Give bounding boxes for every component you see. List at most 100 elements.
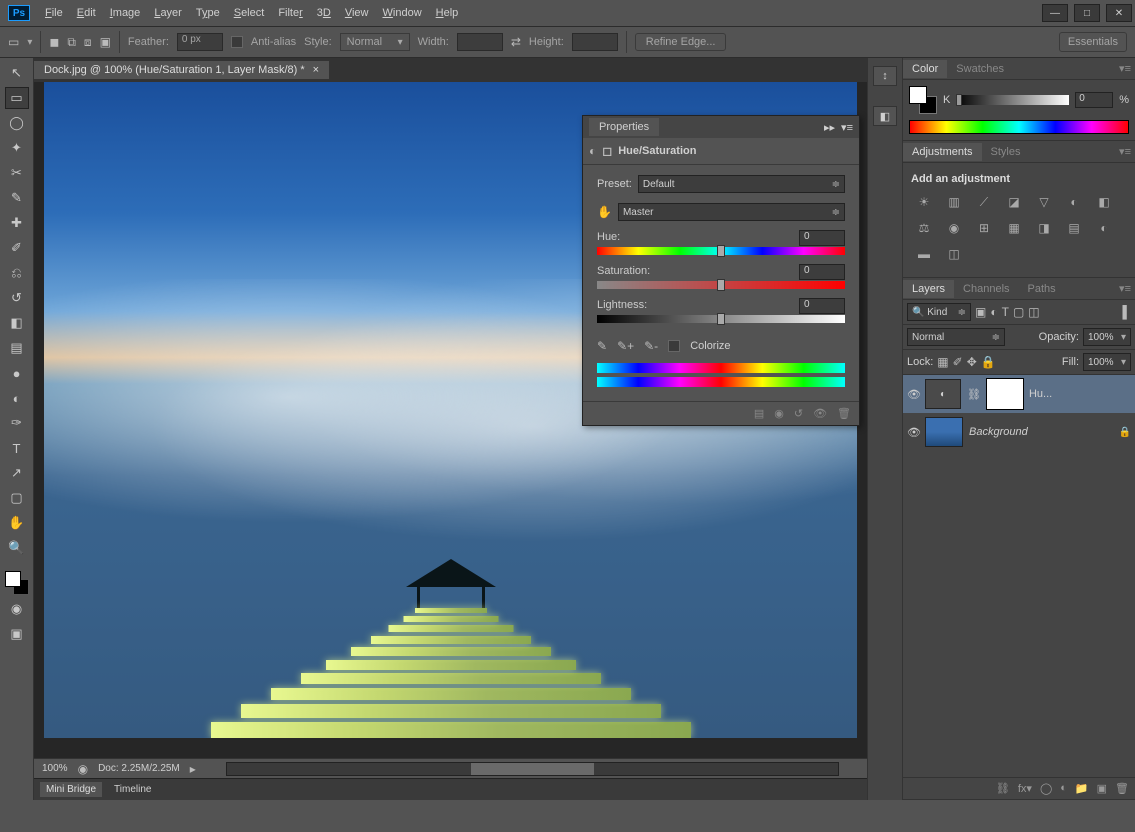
- selection-new-icon[interactable]: ◼: [49, 35, 59, 49]
- maximize-button[interactable]: □: [1074, 4, 1100, 22]
- adj-levels-icon[interactable]: ▥: [943, 193, 965, 211]
- collapse-icon[interactable]: ▸▸: [824, 121, 835, 134]
- lightness-input[interactable]: 0: [799, 298, 845, 314]
- visibility-icon[interactable]: 👁: [907, 426, 919, 439]
- menu-type[interactable]: Type: [189, 3, 227, 23]
- feather-input[interactable]: 0 px: [177, 33, 223, 51]
- tab-layers[interactable]: Layers: [903, 280, 954, 298]
- adj-vibrance-icon[interactable]: ▽: [1033, 193, 1055, 211]
- lock-pixels-icon[interactable]: ✐: [953, 355, 963, 369]
- lasso-tool-icon[interactable]: ◯: [5, 112, 29, 134]
- channel-select[interactable]: Master≑: [618, 203, 845, 221]
- eyedropper-add-icon[interactable]: ✎+: [617, 339, 634, 353]
- mask-icon[interactable]: ◯: [1040, 782, 1052, 795]
- dodge-tool-icon[interactable]: ◐: [5, 387, 29, 409]
- adjustment-layer-icon[interactable]: ◐: [1060, 782, 1067, 795]
- minimize-button[interactable]: —: [1042, 4, 1068, 22]
- panel-menu-icon[interactable]: ▾≡: [1110, 279, 1135, 298]
- style-select[interactable]: Normal▾: [340, 33, 410, 51]
- layer-name[interactable]: Hu...: [1029, 388, 1131, 400]
- tab-channels[interactable]: Channels: [954, 280, 1018, 298]
- opacity-input[interactable]: 100%▾: [1083, 328, 1131, 346]
- delete-layer-icon[interactable]: 🗑: [1115, 782, 1129, 795]
- reset-icon[interactable]: ↺: [794, 407, 803, 420]
- foreground-background-swatch[interactable]: [5, 571, 29, 595]
- eyedropper-sub-icon[interactable]: ✎-: [644, 339, 658, 353]
- filter-type-icon[interactable]: T: [1002, 305, 1009, 319]
- view-previous-icon[interactable]: ◉: [774, 407, 784, 420]
- link-layers-icon[interactable]: ⛓: [996, 782, 1010, 795]
- type-tool-icon[interactable]: T: [5, 437, 29, 459]
- marquee-tool-icon[interactable]: ▭: [8, 35, 19, 49]
- tab-paths[interactable]: Paths: [1019, 280, 1065, 298]
- menu-3d[interactable]: 3D: [310, 3, 338, 23]
- status-icon[interactable]: ◉: [78, 762, 88, 776]
- adj-curves-icon[interactable]: ⟋: [973, 193, 995, 211]
- pen-tool-icon[interactable]: ✑: [5, 412, 29, 434]
- hue-input[interactable]: 0: [799, 230, 845, 246]
- hand-tool-icon[interactable]: ✋: [5, 512, 29, 534]
- history-brush-tool-icon[interactable]: ↺: [5, 287, 29, 309]
- tab-properties[interactable]: Properties: [589, 118, 659, 136]
- doc-size-display[interactable]: Doc: 2.25M/2.25M: [98, 763, 180, 774]
- menu-help[interactable]: Help: [429, 3, 466, 23]
- k-value-input[interactable]: 0: [1075, 92, 1113, 108]
- move-tool-icon[interactable]: ↖: [5, 62, 29, 84]
- gradient-tool-icon[interactable]: ▤: [5, 337, 29, 359]
- panel-menu-icon[interactable]: ▾≡: [1110, 59, 1135, 78]
- hue-slider[interactable]: [597, 247, 845, 255]
- adj-selectivecolor-icon[interactable]: ◫: [943, 245, 965, 263]
- panel-menu-icon[interactable]: ▾≡: [1110, 142, 1135, 161]
- layer-item[interactable]: 👁 ◐ ⛓ Hu...: [903, 375, 1135, 413]
- layer-name[interactable]: Background: [969, 426, 1113, 438]
- adj-colorbalance-icon[interactable]: ⚖: [913, 219, 935, 237]
- color-swatches[interactable]: [909, 86, 937, 114]
- fx-icon[interactable]: fx▾: [1018, 782, 1032, 795]
- selection-intersect-icon[interactable]: ▣: [100, 35, 111, 49]
- adj-channelmixer-icon[interactable]: ⊞: [973, 219, 995, 237]
- blur-tool-icon[interactable]: ●: [5, 362, 29, 384]
- menu-file[interactable]: File: [38, 3, 70, 23]
- healing-tool-icon[interactable]: ✚: [5, 212, 29, 234]
- close-button[interactable]: ✕: [1106, 4, 1132, 22]
- menu-window[interactable]: Window: [376, 3, 429, 23]
- layer-item[interactable]: 👁 Background 🔒: [903, 413, 1135, 451]
- brush-tool-icon[interactable]: ✐: [5, 237, 29, 259]
- history-panel-icon[interactable]: ↕: [873, 66, 897, 86]
- preset-select[interactable]: Default≑: [638, 175, 845, 193]
- adj-threshold-icon[interactable]: ◐: [1093, 219, 1115, 237]
- refine-edge-button[interactable]: Refine Edge...: [635, 33, 727, 51]
- target-tool-icon[interactable]: ✋: [597, 205, 612, 219]
- adj-posterize-icon[interactable]: ▤: [1063, 219, 1085, 237]
- marquee-tool-icon[interactable]: ▭: [5, 87, 29, 109]
- layer-mask-thumb[interactable]: [987, 379, 1023, 409]
- menu-select[interactable]: Select: [227, 3, 272, 23]
- lock-transparency-icon[interactable]: ▦: [937, 355, 948, 369]
- tab-minibridge[interactable]: Mini Bridge: [40, 782, 102, 797]
- delete-icon[interactable]: 🗑: [837, 407, 851, 420]
- path-tool-icon[interactable]: ↗: [5, 462, 29, 484]
- tab-swatches[interactable]: Swatches: [947, 60, 1013, 78]
- filter-adjustment-icon[interactable]: ◐: [990, 305, 997, 319]
- screenmode-icon[interactable]: ▣: [5, 623, 29, 645]
- clone-tool-icon[interactable]: ⎌: [5, 262, 29, 284]
- selection-add-icon[interactable]: ⧉: [67, 35, 76, 50]
- lock-all-icon[interactable]: 🔒: [981, 355, 996, 369]
- adj-bw-icon[interactable]: ◧: [1093, 193, 1115, 211]
- tab-timeline[interactable]: Timeline: [114, 784, 151, 795]
- link-icon[interactable]: ⛓: [967, 388, 981, 401]
- lightness-slider[interactable]: [597, 315, 845, 323]
- adj-hue-icon[interactable]: ◐: [1063, 193, 1085, 211]
- eyedropper-tool-icon[interactable]: ✎: [5, 187, 29, 209]
- clip-to-layer-icon[interactable]: ▤: [754, 407, 764, 420]
- menu-layer[interactable]: Layer: [147, 3, 189, 23]
- tab-adjustments[interactable]: Adjustments: [903, 143, 982, 161]
- tab-styles[interactable]: Styles: [982, 143, 1030, 161]
- panel-menu-icon[interactable]: ▾≡: [835, 121, 853, 134]
- quickmask-icon[interactable]: ◉: [5, 598, 29, 620]
- saturation-slider[interactable]: [597, 281, 845, 289]
- group-icon[interactable]: 📁: [1075, 782, 1089, 795]
- menu-view[interactable]: View: [338, 3, 376, 23]
- eyedropper-icon[interactable]: ✎: [597, 339, 607, 353]
- adj-photofilter-icon[interactable]: ◉: [943, 219, 965, 237]
